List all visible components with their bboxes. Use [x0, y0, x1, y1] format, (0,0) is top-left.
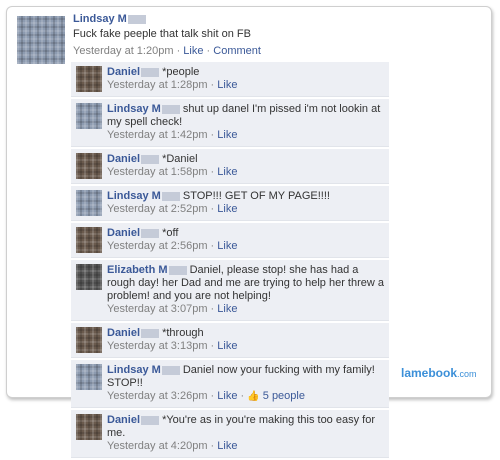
- watermark-brand: lamebook: [401, 366, 458, 380]
- comment-item: Daniel *Daniel Yesterday at 1:58pm · Like: [71, 149, 389, 184]
- comment-author[interactable]: Lindsay M: [107, 364, 161, 376]
- comment-meta: Yesterday at 2:52pm · Like: [107, 203, 238, 215]
- like-link[interactable]: Like: [217, 303, 237, 315]
- comment-text: *people: [162, 66, 200, 78]
- comment-item: Lindsay M STOP!!! GET OF MY PAGE!!!! Yest…: [71, 186, 389, 221]
- name-redaction: [141, 67, 160, 77]
- post-author-name[interactable]: Lindsay M: [73, 13, 127, 25]
- comment-author[interactable]: Lindsay M: [107, 190, 161, 202]
- comment-link[interactable]: Comment: [213, 45, 261, 57]
- like-link[interactable]: Like: [217, 390, 237, 402]
- comment-timestamp[interactable]: Yesterday at 1:42pm: [107, 129, 208, 141]
- comment-timestamp[interactable]: Yesterday at 4:20pm: [107, 440, 208, 452]
- avatar[interactable]: [76, 103, 102, 129]
- name-redaction: [127, 14, 146, 24]
- avatar[interactable]: [17, 16, 65, 64]
- comment-body: Daniel *You're as in you're making this …: [107, 410, 389, 457]
- comment-author[interactable]: Daniel: [107, 414, 140, 426]
- comment-author[interactable]: Elizabeth M: [107, 264, 168, 276]
- like-link[interactable]: Like: [217, 129, 237, 141]
- avatar[interactable]: [76, 153, 102, 179]
- avatar[interactable]: [76, 227, 102, 253]
- comment-body: Lindsay M shut up danel I'm pissed i'm n…: [107, 99, 389, 146]
- comment-body: Lindsay M STOP!!! GET OF MY PAGE!!!! Yest…: [107, 186, 389, 220]
- comment-meta: Yesterday at 3:26pm · Like · 👍 5 people: [107, 390, 305, 402]
- post-text: Fuck fake peeple that talk shit on FB: [73, 28, 251, 40]
- comment-body: Daniel *people Yesterday at 1:28pm · Like: [107, 62, 389, 96]
- comment-meta: Yesterday at 1:58pm · Like: [107, 166, 238, 178]
- comment-meta: Yesterday at 3:13pm · Like: [107, 340, 238, 352]
- like-link[interactable]: Like: [183, 45, 203, 57]
- like-link[interactable]: Like: [217, 203, 237, 215]
- name-redaction: [141, 228, 160, 238]
- comment-timestamp[interactable]: Yesterday at 2:56pm: [107, 240, 208, 252]
- name-redaction: [161, 104, 180, 114]
- comment-meta: Yesterday at 1:42pm · Like: [107, 129, 238, 141]
- comment-item: Daniel *through Yesterday at 3:13pm · Lik…: [71, 323, 389, 358]
- thumbs-up-icon: 👍: [247, 391, 260, 402]
- comment-body: Daniel *Daniel Yesterday at 1:58pm · Like: [107, 149, 389, 183]
- comment-text: *Daniel: [162, 153, 198, 165]
- avatar[interactable]: [76, 364, 102, 390]
- comment-author[interactable]: Daniel: [107, 327, 140, 339]
- comment-list: Daniel *people Yesterday at 1:28pm · Like…: [71, 62, 389, 460]
- comment-text: STOP!!! GET OF MY PAGE!!!!: [182, 190, 330, 202]
- comment-timestamp[interactable]: Yesterday at 3:13pm: [107, 340, 208, 352]
- comment-body: Daniel *off Yesterday at 2:56pm · Like: [107, 223, 389, 257]
- avatar[interactable]: [76, 66, 102, 92]
- comment-author[interactable]: Daniel: [107, 227, 140, 239]
- like-link[interactable]: Like: [217, 166, 237, 178]
- comment-meta: Yesterday at 3:07pm · Like: [107, 303, 238, 315]
- comment-timestamp[interactable]: Yesterday at 3:26pm: [107, 390, 208, 402]
- comment-text: *off: [162, 227, 179, 239]
- post-timestamp[interactable]: Yesterday at 1:20pm: [73, 45, 174, 57]
- like-link[interactable]: Like: [217, 340, 237, 352]
- comment-author[interactable]: Daniel: [107, 153, 140, 165]
- comment-author[interactable]: Lindsay M: [107, 103, 161, 115]
- post-meta: Yesterday at 1:20pm · Like · Comment: [73, 45, 261, 57]
- comment-body: Lindsay M Daniel now your fucking with m…: [107, 360, 389, 407]
- name-redaction: [141, 328, 160, 338]
- avatar[interactable]: [76, 414, 102, 440]
- like-link[interactable]: Like: [217, 440, 237, 452]
- name-redaction: [141, 415, 160, 425]
- comment-item: Elizabeth M Daniel, please stop! she has…: [71, 260, 389, 321]
- comment-item: Daniel *off Yesterday at 2:56pm · Like: [71, 223, 389, 258]
- comment-body: Elizabeth M Daniel, please stop! she has…: [107, 260, 389, 320]
- name-redaction: [161, 191, 180, 201]
- comment-meta: Yesterday at 4:20pm · Like: [107, 440, 238, 452]
- like-link[interactable]: Like: [217, 240, 237, 252]
- comment-item: Daniel *You're as in you're making this …: [71, 410, 389, 458]
- comment-item: Lindsay M shut up danel I'm pissed i'm n…: [71, 99, 389, 147]
- name-redaction: [161, 365, 180, 375]
- comment-item: Daniel *people Yesterday at 1:28pm · Like: [71, 62, 389, 97]
- comment-meta: Yesterday at 2:56pm · Like: [107, 240, 238, 252]
- comment-author[interactable]: Daniel: [107, 66, 140, 78]
- watermark-tld: .com: [457, 369, 477, 379]
- comment-body: Daniel *through Yesterday at 3:13pm · Lik…: [107, 323, 389, 357]
- comment-item: Lindsay M Daniel now your fucking with m…: [71, 360, 389, 408]
- lamebook-watermark: lamebook.com: [401, 366, 477, 380]
- comment-timestamp[interactable]: Yesterday at 3:07pm: [107, 303, 208, 315]
- name-redaction: [168, 265, 187, 275]
- avatar[interactable]: [76, 264, 102, 290]
- avatar[interactable]: [76, 190, 102, 216]
- comment-timestamp[interactable]: Yesterday at 1:58pm: [107, 166, 208, 178]
- comment-text: *through: [162, 327, 204, 339]
- comment-timestamp[interactable]: Yesterday at 2:52pm: [107, 203, 208, 215]
- like-link[interactable]: Like: [217, 79, 237, 91]
- avatar[interactable]: [76, 327, 102, 353]
- post-author[interactable]: Lindsay M: [73, 13, 146, 25]
- likes-count-link[interactable]: 5 people: [263, 390, 305, 402]
- comment-meta: Yesterday at 1:28pm · Like: [107, 79, 238, 91]
- comment-timestamp[interactable]: Yesterday at 1:28pm: [107, 79, 208, 91]
- name-redaction: [141, 154, 160, 164]
